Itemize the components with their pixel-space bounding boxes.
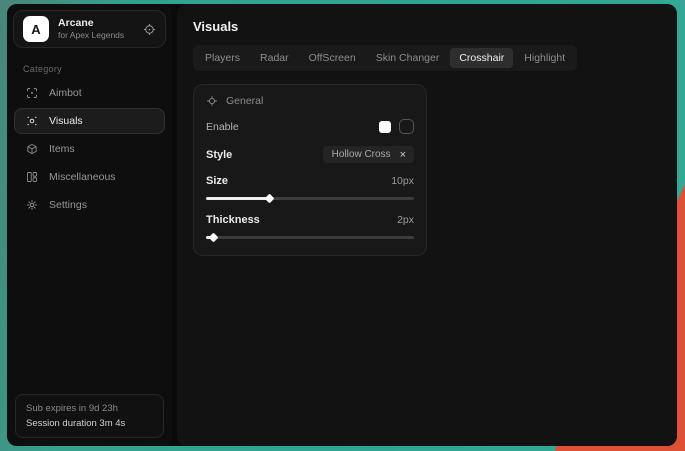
tab-crosshair[interactable]: Crosshair bbox=[450, 48, 513, 68]
tab-players[interactable]: Players bbox=[196, 48, 249, 68]
sidebar-nav: Aimbot Visuals bbox=[7, 80, 172, 218]
size-label: Size bbox=[206, 175, 228, 187]
app-name: Arcane bbox=[58, 17, 124, 29]
size-slider[interactable] bbox=[206, 194, 414, 202]
target-icon[interactable] bbox=[143, 23, 156, 36]
app-subtitle: for Apex Legends bbox=[58, 30, 124, 41]
session-duration-text: Session duration 3m 4s bbox=[26, 416, 153, 431]
items-box-icon bbox=[26, 143, 38, 155]
visuals-tabstrip: Players Radar OffScreen Skin Changer Cro… bbox=[193, 45, 577, 71]
sidebar-item-label: Aimbot bbox=[49, 87, 82, 99]
style-label: Style bbox=[206, 149, 232, 161]
crosshair-color-swatch[interactable] bbox=[379, 121, 391, 133]
crosshair-icon bbox=[206, 95, 218, 107]
enable-label: Enable bbox=[206, 121, 239, 133]
tab-radar[interactable]: Radar bbox=[251, 48, 298, 68]
sidebar-item-label: Miscellaneous bbox=[49, 171, 116, 183]
page-title: Visuals bbox=[193, 19, 661, 34]
style-select[interactable]: Hollow Cross × bbox=[323, 146, 414, 163]
cheat-menu-window: A Arcane for Apex Legends Category bbox=[7, 4, 677, 446]
subscription-info-box: Sub expires in 9d 23h Session duration 3… bbox=[15, 394, 164, 438]
size-value: 10px bbox=[391, 175, 414, 187]
thickness-label-row: Thickness 2px bbox=[206, 214, 414, 226]
sidebar-item-label: Settings bbox=[49, 199, 87, 211]
clear-style-icon[interactable]: × bbox=[400, 150, 406, 160]
size-label-row: Size 10px bbox=[206, 175, 414, 187]
enable-checkbox[interactable] bbox=[399, 119, 414, 134]
sidebar: A Arcane for Apex Legends Category bbox=[7, 4, 172, 446]
style-row: Style Hollow Cross × bbox=[206, 146, 414, 163]
sidebar-item-aimbot[interactable]: Aimbot bbox=[14, 80, 165, 106]
thickness-slider-thumb[interactable] bbox=[209, 233, 219, 243]
sidebar-item-items[interactable]: Items bbox=[14, 136, 165, 162]
sidebar-item-label: Items bbox=[49, 143, 75, 155]
sidebar-item-visuals[interactable]: Visuals bbox=[14, 108, 165, 134]
tab-offscreen[interactable]: OffScreen bbox=[300, 48, 365, 68]
tab-highlight[interactable]: Highlight bbox=[515, 48, 574, 68]
general-settings-card: General Enable Style Hollow Cross × Size bbox=[193, 84, 427, 256]
aimbot-viewfinder-icon bbox=[26, 87, 38, 99]
thickness-slider-track[interactable] bbox=[206, 236, 414, 239]
visuals-scan-icon bbox=[26, 115, 38, 127]
sub-expires-text: Sub expires in 9d 23h bbox=[26, 401, 153, 416]
thickness-label: Thickness bbox=[206, 214, 260, 226]
size-slider-fill bbox=[206, 197, 270, 200]
thickness-slider[interactable] bbox=[206, 233, 414, 241]
tab-skin-changer[interactable]: Skin Changer bbox=[367, 48, 449, 68]
settings-gear-icon bbox=[26, 199, 38, 211]
enable-row: Enable bbox=[206, 119, 414, 134]
category-label: Category bbox=[23, 64, 172, 74]
thickness-setting: Thickness 2px bbox=[206, 214, 414, 241]
thickness-value: 2px bbox=[397, 214, 414, 226]
app-header: A Arcane for Apex Legends bbox=[13, 10, 166, 48]
main-panel: Visuals Players Radar OffScreen Skin Cha… bbox=[177, 4, 677, 446]
sidebar-item-settings[interactable]: Settings bbox=[14, 192, 165, 218]
miscellaneous-grid-icon bbox=[26, 171, 38, 183]
style-selected-value: Hollow Cross bbox=[332, 149, 391, 160]
size-slider-thumb[interactable] bbox=[265, 194, 275, 204]
card-title: General bbox=[226, 95, 263, 107]
sidebar-item-miscellaneous[interactable]: Miscellaneous bbox=[14, 164, 165, 190]
size-setting: Size 10px bbox=[206, 175, 414, 202]
card-header: General bbox=[206, 95, 414, 107]
sidebar-item-label: Visuals bbox=[49, 115, 83, 127]
app-logo: A bbox=[23, 16, 49, 42]
